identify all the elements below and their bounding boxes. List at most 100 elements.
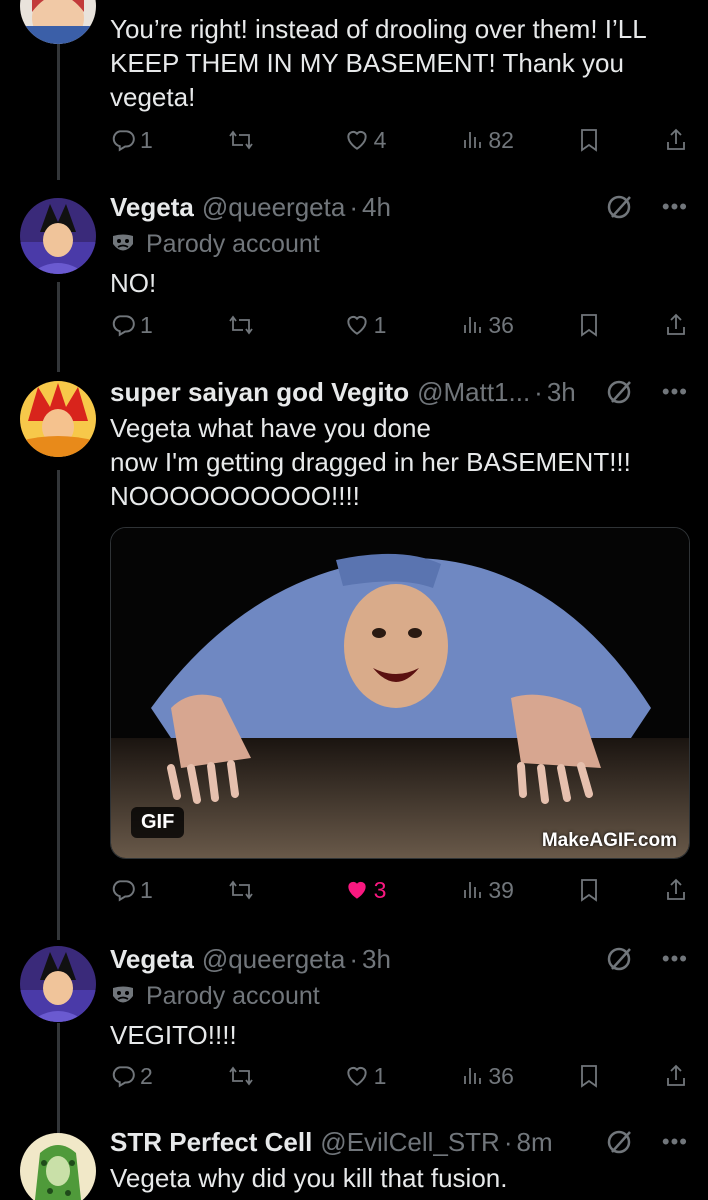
parody-mask-icon xyxy=(113,234,133,251)
retweet-icon xyxy=(229,315,253,335)
views-count: 36 xyxy=(488,311,514,338)
share-button[interactable] xyxy=(648,127,688,153)
heart-icon xyxy=(346,130,367,150)
display-name[interactable]: Vegeta xyxy=(110,190,194,224)
retweet-icon xyxy=(229,130,253,150)
separator: · xyxy=(534,377,543,407)
heart-filled-icon xyxy=(347,881,366,899)
reply-count: 1 xyxy=(140,311,153,338)
views-icon xyxy=(464,882,482,898)
tweet-header: super saiyan god Vegito @Matt1... · 3h xyxy=(110,375,688,409)
display-name[interactable]: Vegeta xyxy=(110,942,194,976)
bookmark-icon xyxy=(581,314,598,337)
grok-icon[interactable] xyxy=(606,193,634,221)
views-count: 39 xyxy=(488,876,514,903)
retweet-button[interactable] xyxy=(227,877,313,903)
reply-button[interactable]: 1 xyxy=(110,877,196,904)
tweet-text: NO! xyxy=(110,268,157,298)
retweet-button[interactable] xyxy=(227,127,313,153)
handle[interactable]: @EvilCell_STR xyxy=(320,1125,500,1159)
thread-line xyxy=(57,1023,60,1133)
reply-button[interactable]: 2 xyxy=(110,1063,196,1090)
avatar[interactable] xyxy=(20,381,96,457)
tweet-actions: 1 1 36 xyxy=(110,310,688,340)
share-icon xyxy=(667,1064,685,1086)
like-button[interactable]: 3 xyxy=(344,877,430,904)
avatar[interactable] xyxy=(20,0,96,44)
reply-icon xyxy=(112,130,135,152)
grok-icon[interactable] xyxy=(606,1128,634,1156)
reply-button[interactable]: 1 xyxy=(110,127,196,154)
avatar[interactable] xyxy=(20,946,96,1022)
timestamp[interactable]: 3h xyxy=(547,375,576,409)
more-options-icon[interactable]: ••• xyxy=(662,942,688,976)
more-options-icon[interactable]: ••• xyxy=(662,375,688,409)
views-count: 82 xyxy=(488,126,514,153)
retweet-icon xyxy=(229,1066,253,1086)
bookmark-icon xyxy=(581,879,598,902)
bookmark-button[interactable] xyxy=(577,1063,617,1089)
views-button[interactable]: 39 xyxy=(460,877,546,904)
tweet-text: You’re right! instead of drooling over t… xyxy=(110,14,646,112)
more-options-icon[interactable]: ••• xyxy=(662,1125,688,1159)
like-count: 1 xyxy=(373,311,387,338)
separator: · xyxy=(503,1127,513,1157)
like-button[interactable]: 1 xyxy=(344,1063,430,1090)
reply-count: 2 xyxy=(140,1062,153,1089)
timestamp[interactable]: 8m xyxy=(517,1125,553,1159)
parody-mask-icon xyxy=(113,986,133,1003)
timestamp[interactable]: 3h xyxy=(362,942,391,976)
display-name[interactable]: super saiyan god Vegito xyxy=(110,375,409,409)
share-button[interactable] xyxy=(648,1063,688,1089)
views-icon xyxy=(464,132,482,148)
like-button[interactable]: 1 xyxy=(344,312,430,339)
separator: · xyxy=(349,944,358,974)
avatar[interactable] xyxy=(20,198,96,274)
share-icon xyxy=(667,878,685,900)
views-button[interactable]: 36 xyxy=(460,1063,546,1090)
timestamp[interactable]: 4h xyxy=(362,190,391,224)
bookmark-button[interactable] xyxy=(577,312,617,338)
more-options-icon[interactable]: ••• xyxy=(662,190,688,224)
grok-icon[interactable] xyxy=(606,378,634,406)
share-button[interactable] xyxy=(648,312,688,338)
tweet-actions: 1 3 39 xyxy=(110,875,688,905)
bookmark-button[interactable] xyxy=(577,127,617,153)
tweet-actions: 2 1 36 xyxy=(110,1061,688,1091)
handle[interactable]: @queergeta xyxy=(202,190,346,224)
like-button[interactable]: 4 xyxy=(344,127,430,154)
share-icon xyxy=(667,313,685,335)
reply-icon xyxy=(112,315,135,337)
tweet-header: Vegeta @queergeta · 4h xyxy=(110,190,688,224)
views-button[interactable]: 82 xyxy=(460,127,546,154)
views-button[interactable]: 36 xyxy=(460,312,546,339)
tweet-text: Vegeta what have you done now I'm gettin… xyxy=(110,413,631,511)
display-name[interactable]: STR Perfect Cell xyxy=(110,1125,312,1159)
reply-icon xyxy=(112,880,135,902)
tweet-actions: 1 4 82 xyxy=(110,125,688,155)
parody-label: Parody account xyxy=(146,230,320,258)
parody-badge: Parody account xyxy=(110,978,688,1014)
tweet-text: VEGITO!!!! xyxy=(110,1020,237,1050)
like-count: 1 xyxy=(373,1062,387,1089)
tweet-text: Vegeta why did you kill that fusion. xyxy=(110,1163,508,1193)
retweet-button[interactable] xyxy=(227,312,313,338)
like-count: 4 xyxy=(373,126,387,153)
retweet-button[interactable] xyxy=(227,1063,313,1089)
gif-image xyxy=(111,528,689,858)
reply-button[interactable]: 1 xyxy=(110,312,196,339)
bookmark-icon xyxy=(581,129,598,152)
bookmark-button[interactable] xyxy=(577,877,617,903)
handle[interactable]: @Matt1... xyxy=(417,375,530,409)
handle[interactable]: @queergeta xyxy=(202,942,346,976)
share-icon xyxy=(667,128,685,150)
heart-icon xyxy=(346,315,367,335)
like-count: 3 xyxy=(373,876,387,903)
tweet-header: Vegeta @queergeta · 3h xyxy=(110,942,688,976)
avatar[interactable] xyxy=(20,1133,96,1200)
gif-media[interactable]: GIF MakeAGIF.com xyxy=(110,527,690,859)
grok-icon[interactable] xyxy=(606,945,634,973)
share-button[interactable] xyxy=(648,877,688,903)
gif-badge: GIF xyxy=(131,807,185,838)
conversation-thread: You’re right! instead of drooling over t… xyxy=(0,0,708,1200)
